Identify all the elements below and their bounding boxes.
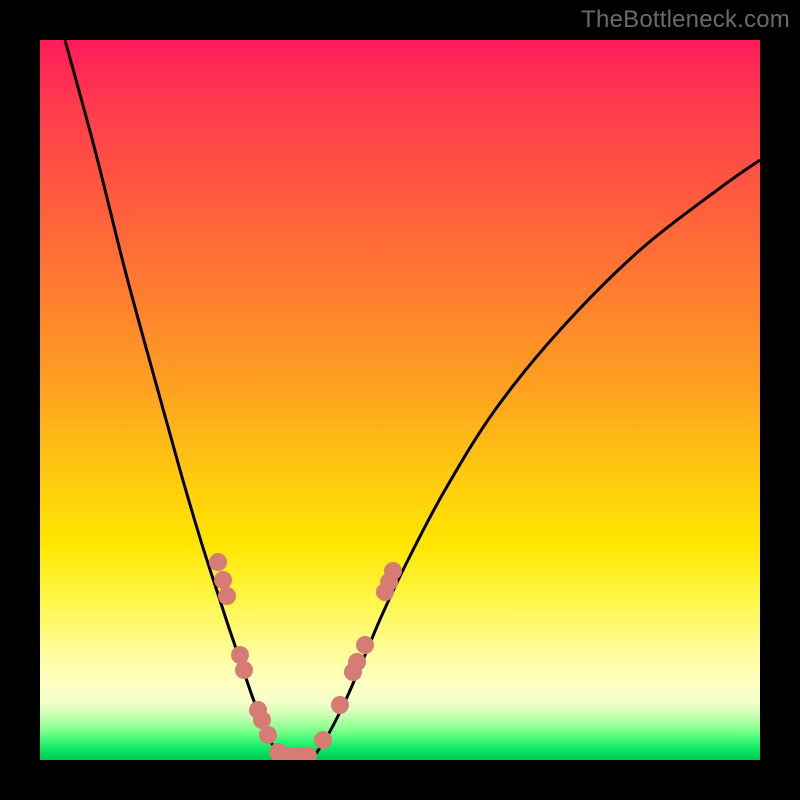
curve-group bbox=[65, 40, 760, 755]
data-point bbox=[348, 653, 366, 671]
curve-left-branch bbox=[65, 40, 280, 755]
data-point bbox=[214, 571, 232, 589]
dot-group bbox=[209, 553, 402, 760]
chart-frame: TheBottleneck.com bbox=[0, 0, 800, 800]
data-point bbox=[209, 553, 227, 571]
watermark-text: TheBottleneck.com bbox=[581, 6, 790, 34]
data-point bbox=[356, 636, 374, 654]
curve-right-branch bbox=[315, 160, 760, 755]
curve-layer bbox=[40, 40, 760, 760]
data-point bbox=[331, 696, 349, 714]
data-point bbox=[235, 661, 253, 679]
plot-area bbox=[40, 40, 760, 760]
data-point bbox=[384, 562, 402, 580]
data-point bbox=[218, 587, 236, 605]
data-point bbox=[259, 726, 277, 744]
data-point bbox=[314, 731, 332, 749]
